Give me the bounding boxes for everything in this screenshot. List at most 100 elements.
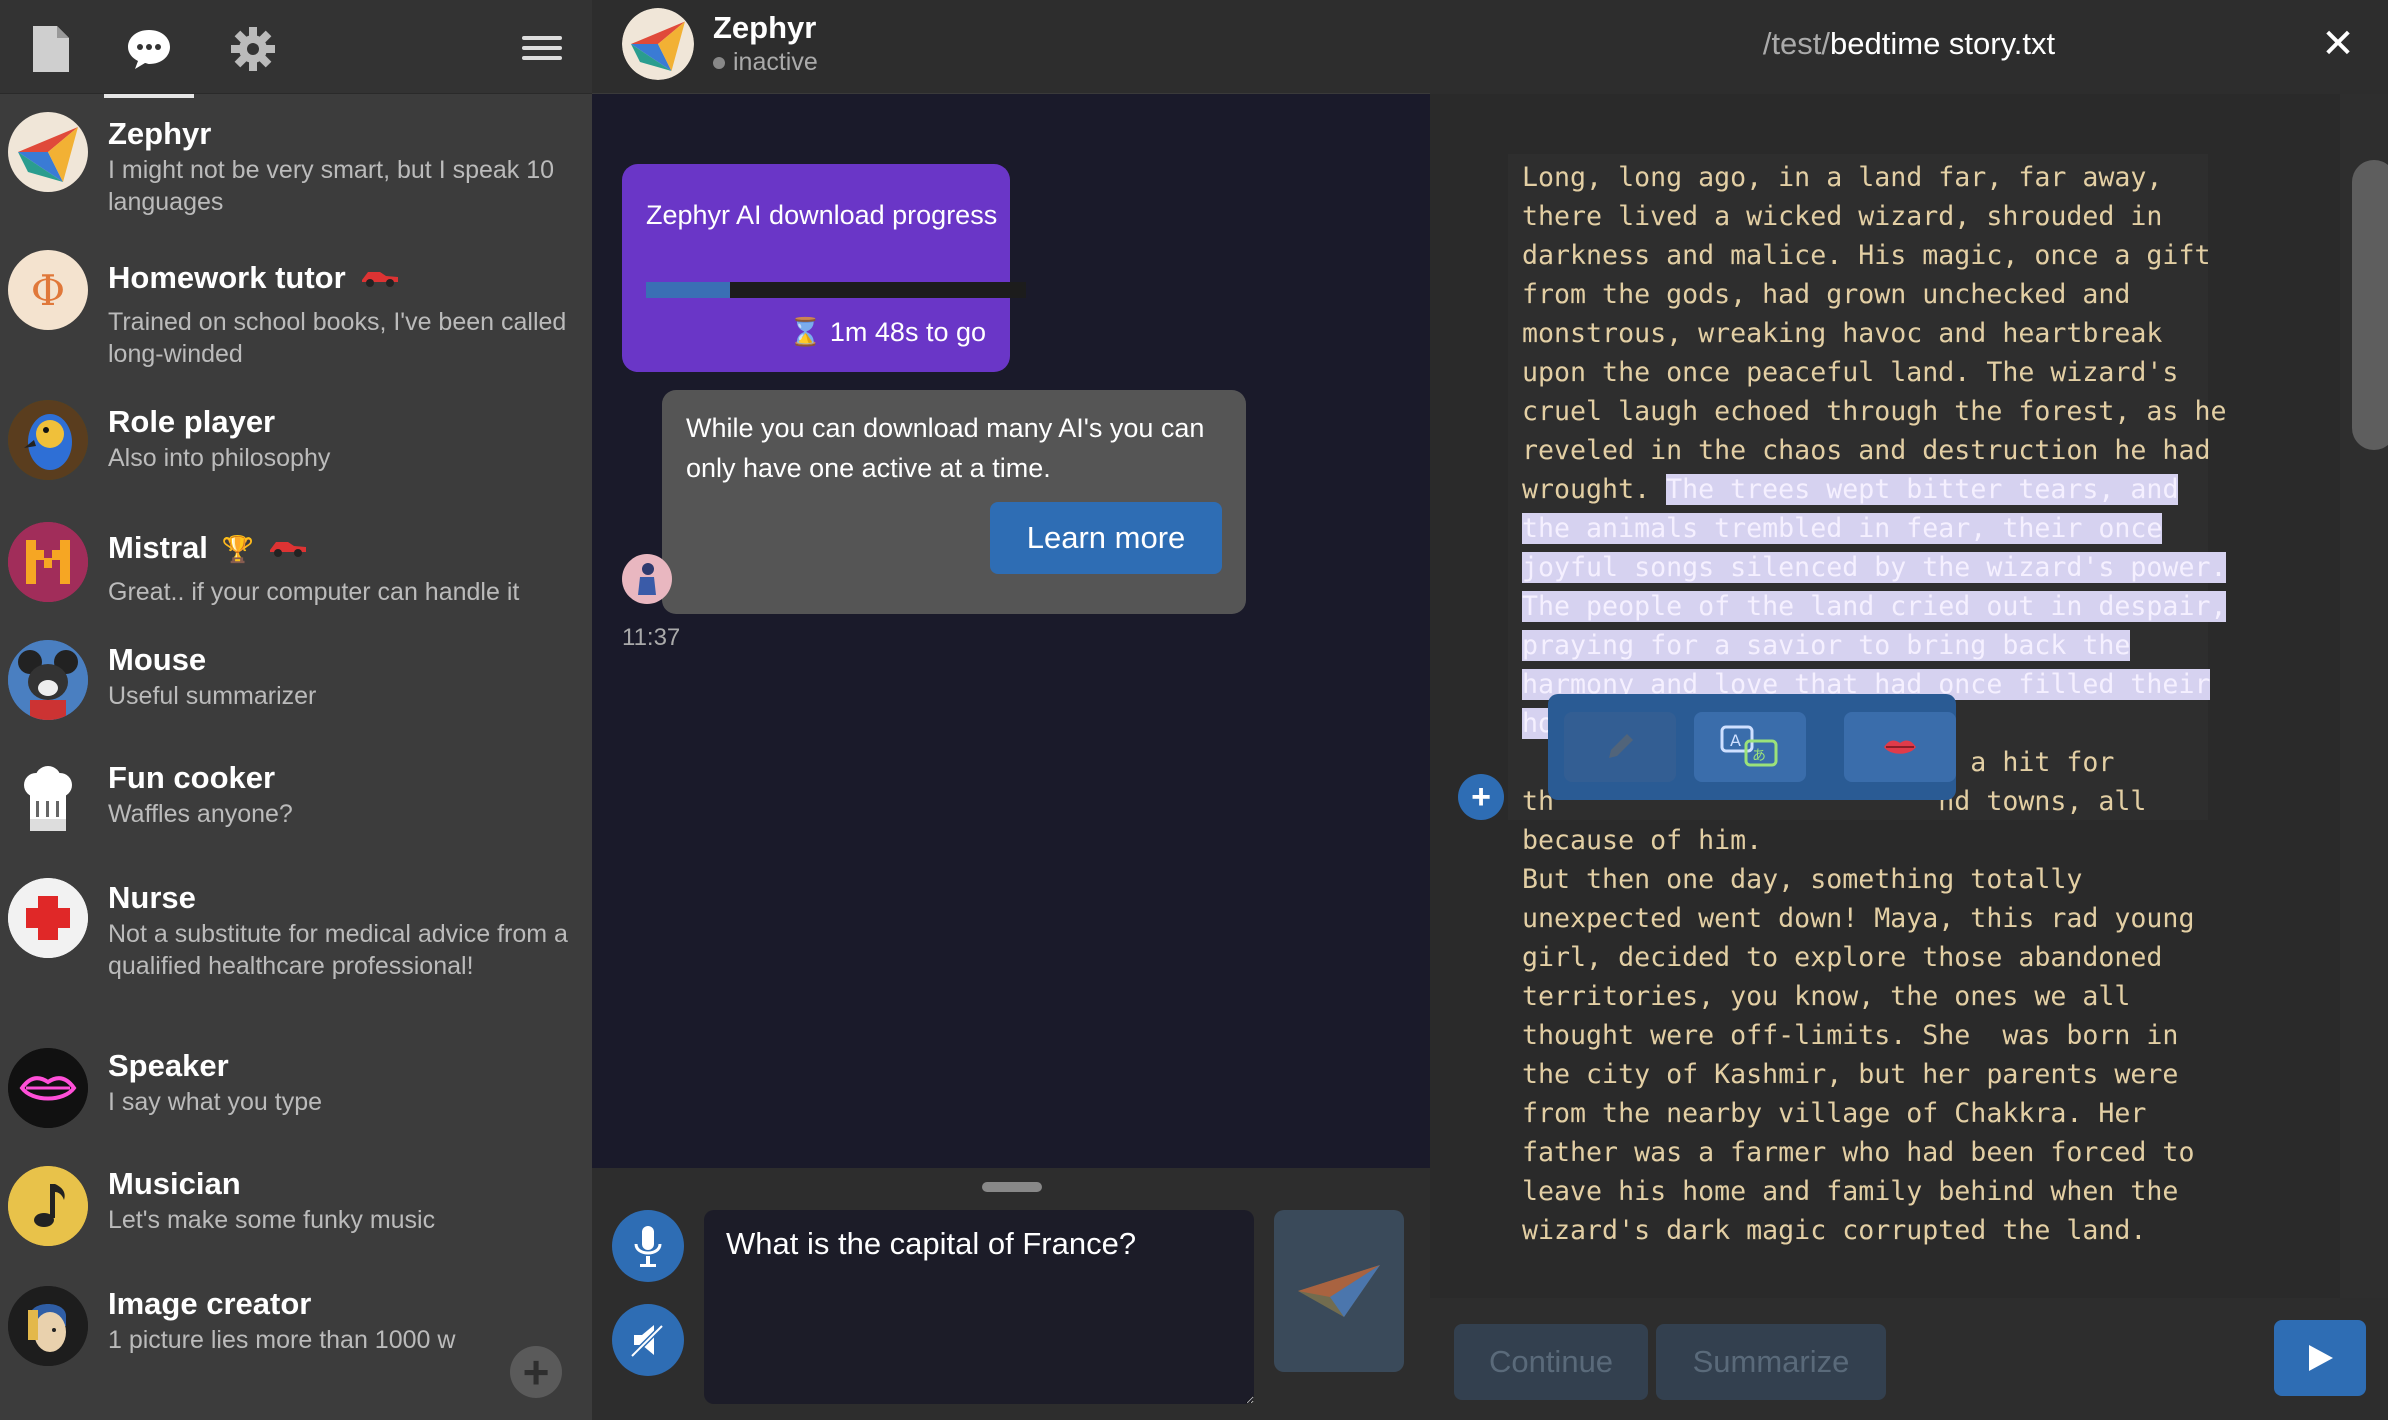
speaker-mute-button[interactable] — [612, 1304, 684, 1376]
racing-car-icon — [268, 534, 308, 565]
scrollbar[interactable] — [2340, 94, 2388, 1298]
document-path: /test/ — [1762, 26, 1831, 61]
hamburger-icon — [522, 36, 562, 40]
selection-toolbar: Aあ — [1548, 694, 1956, 800]
progress-fill — [646, 282, 730, 298]
document-paragraph[interactable]: But then one day, something totally unex… — [1522, 860, 2322, 1250]
resize-handle[interactable] — [982, 1182, 1042, 1192]
chat-item-mistral[interactable]: Mistral 🏆 Great.. if your computer can ha… — [0, 522, 592, 632]
close-icon: ✕ — [2321, 22, 2355, 66]
chat-name: Musician — [108, 1166, 241, 1201]
svg-text:あ: あ — [1752, 748, 1766, 764]
chat-panel: Zephyr inactive Zephyr AI download progr… — [592, 0, 1430, 1420]
mouse-avatar — [8, 640, 88, 720]
progress-bar — [646, 282, 1026, 298]
chat-description: I say what you type — [108, 1088, 323, 1116]
chat-name: Mistral 🏆 — [108, 530, 308, 566]
document-icon — [33, 26, 69, 72]
add-chat-button[interactable]: + — [510, 1346, 562, 1398]
chat-title: Zephyr — [713, 10, 817, 45]
translate-button[interactable]: Aあ — [1694, 712, 1806, 782]
chat-description: Waffles anyone? — [108, 800, 293, 828]
plus-icon: + — [1471, 778, 1491, 816]
trophy-icon: 🏆 — [221, 534, 255, 565]
chat-item-musician[interactable]: Musician Let's make some funky music — [0, 1164, 592, 1274]
status-indicator: inactive — [713, 48, 818, 77]
send-button[interactable] — [1274, 1210, 1404, 1372]
red-cross-icon — [8, 878, 88, 958]
chat-item-fun-cooker[interactable]: Fun cooker Waffles anyone? — [0, 758, 592, 868]
paper-plane-icon — [1298, 1265, 1380, 1317]
speak-button[interactable] — [1844, 712, 1956, 782]
sidebar-tabs — [0, 0, 592, 98]
chat-item-mouse[interactable]: Mouse Useful summarizer — [0, 640, 592, 750]
portrait-avatar — [8, 1286, 88, 1366]
chat-item-role-player[interactable]: Role player Also into philosophy — [0, 396, 592, 506]
phi-icon: Φ — [8, 250, 88, 330]
tab-chats[interactable] — [104, 14, 194, 98]
zephyr-logo-icon — [8, 112, 88, 192]
parrot-avatar — [8, 400, 88, 480]
progress-title: Zephyr AI download progress — [646, 200, 998, 230]
person-icon — [638, 563, 656, 595]
microphone-icon — [634, 1226, 662, 1267]
chat-name: Homework tutor — [108, 260, 400, 296]
message-timestamp: 11:37 — [622, 624, 681, 651]
chat-description: Great.. if your computer can handle it — [108, 578, 520, 606]
progress-eta: ⌛ 1m 48s to go — [788, 317, 986, 347]
lips-icon — [1884, 740, 1916, 754]
message-text: While you can download many AI's you can… — [686, 413, 1205, 483]
chat-item-zephyr[interactable]: Zephyr I might not be very smart, but I … — [0, 102, 592, 232]
learn-more-button[interactable]: Learn more — [990, 502, 1222, 574]
menu-button[interactable] — [522, 28, 562, 68]
chat-name: Fun cooker — [108, 760, 276, 795]
document-footer: Continue Summarize — [1430, 1298, 2388, 1420]
microphone-button[interactable] — [612, 1210, 684, 1282]
continue-button[interactable]: Continue — [1454, 1324, 1648, 1400]
translate-icon: Aあ — [1720, 725, 1778, 767]
document-paragraph[interactable]: M — [1522, 1290, 2322, 1298]
chat-description: Useful summarizer — [108, 682, 317, 710]
pencil-icon — [1609, 734, 1633, 758]
chat-item-homework-tutor[interactable]: Φ Homework tutor Trained on school books… — [0, 248, 592, 378]
add-note-button[interactable]: + — [1458, 774, 1504, 820]
document-title: /test/bedtime story.txt — [1430, 26, 2388, 62]
message-input[interactable] — [704, 1210, 1254, 1404]
close-button[interactable]: ✕ — [2316, 22, 2360, 66]
chat-description: Trained on school books, I've been calle… — [108, 308, 567, 368]
music-note-icon — [8, 1166, 88, 1246]
scrollbar-thumb[interactable] — [2352, 160, 2388, 450]
chat-name: Image creator — [108, 1286, 312, 1321]
chat-bubble-icon — [128, 30, 170, 69]
chat-description: Also into philosophy — [108, 444, 331, 472]
racing-car-icon — [360, 264, 400, 295]
chat-name: Role player — [108, 404, 276, 439]
mistral-m-icon — [8, 522, 88, 602]
chat-description: Let's make some funky music — [108, 1206, 436, 1234]
chat-item-nurse[interactable]: Nurse Not a substitute for medical advic… — [0, 878, 592, 1028]
chat-name: Zephyr — [108, 116, 212, 151]
summarize-button[interactable]: Summarize — [1656, 1324, 1886, 1400]
plus-icon: + — [522, 1346, 550, 1398]
info-message-bubble: While you can download many AI's you can… — [662, 390, 1246, 614]
chat-description: Not a substitute for medical advice from… — [108, 920, 568, 980]
speaker-muted-icon — [630, 1324, 664, 1358]
zephyr-logo-icon — [622, 8, 694, 80]
chat-name: Speaker — [108, 1048, 229, 1083]
document-filename: bedtime story.txt — [1830, 26, 2056, 61]
chat-item-image-creator[interactable]: Image creator 1 picture lies more than 1… — [0, 1284, 592, 1394]
play-icon — [2309, 1345, 2333, 1371]
play-button[interactable] — [2274, 1320, 2366, 1396]
chat-name: Nurse — [108, 880, 196, 915]
chef-hat-icon — [8, 760, 88, 840]
chat-header: Zephyr inactive — [592, 0, 1430, 94]
gear-icon — [231, 27, 275, 71]
tab-documents[interactable] — [16, 14, 86, 84]
edit-button[interactable] — [1564, 712, 1676, 782]
sidebar: Zephyr I might not be very smart, but I … — [0, 0, 592, 1420]
chat-item-speaker[interactable]: Speaker I say what you type — [0, 1046, 592, 1156]
composer — [592, 1168, 1430, 1420]
download-progress-bubble: Zephyr AI download progress ⌛ 1m 48s to … — [622, 164, 1026, 372]
tab-settings[interactable] — [218, 14, 288, 84]
chat-description: 1 picture lies more than 1000 w — [108, 1326, 456, 1354]
